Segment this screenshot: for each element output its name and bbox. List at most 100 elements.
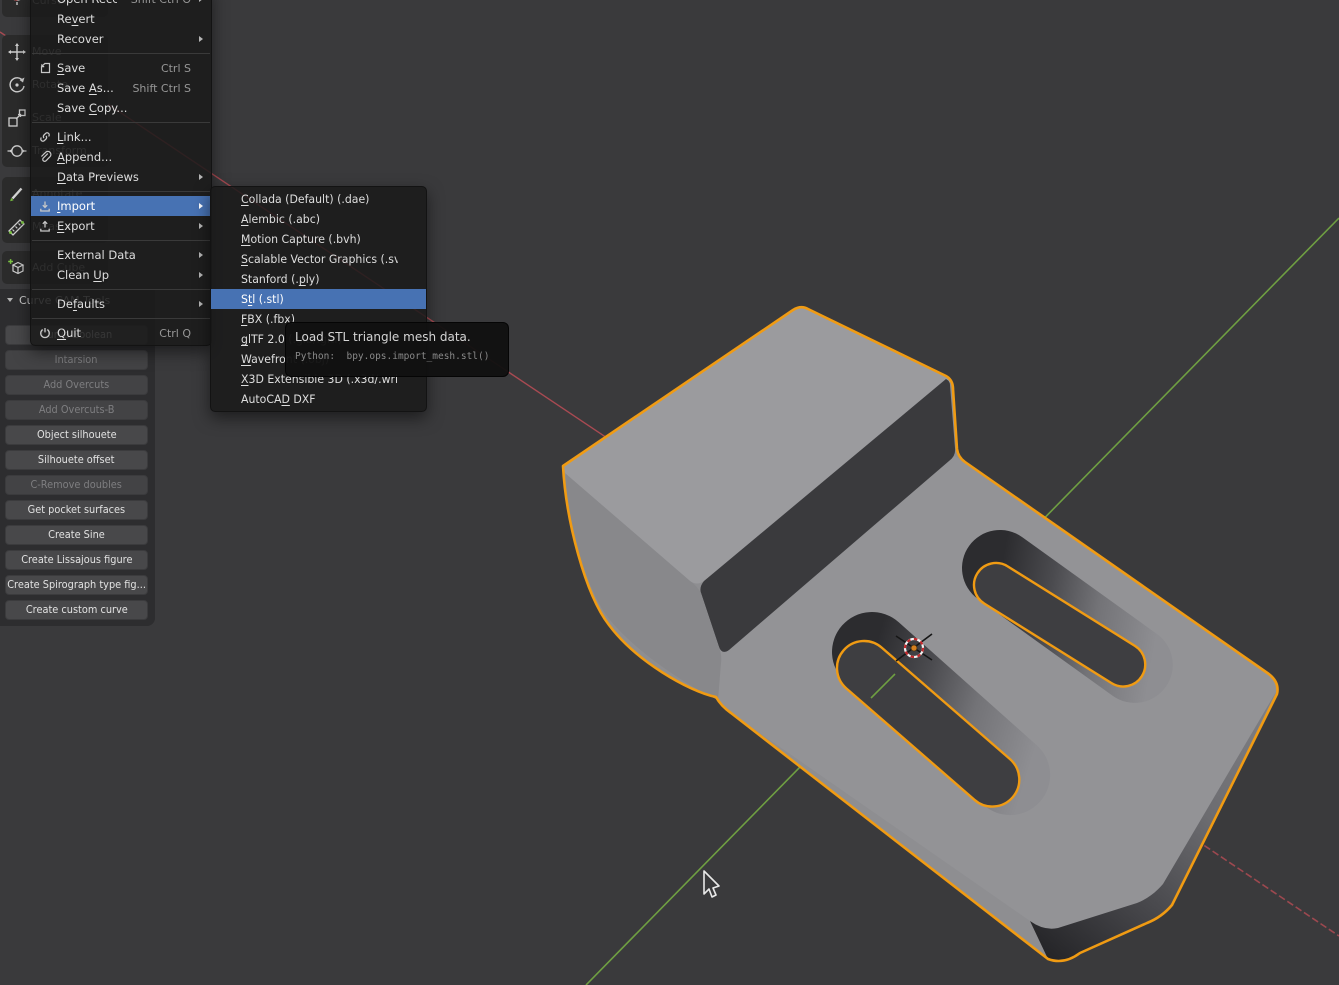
menu-item-shortcut: Ctrl S <box>161 62 191 75</box>
import-item-stl[interactable]: Stl (.stl) <box>211 289 426 309</box>
icon-spacer <box>35 296 55 312</box>
submenu-arrow-icon <box>199 203 203 209</box>
file-menu-item-data-previews[interactable]: Data Previews <box>31 167 211 187</box>
save-icon <box>35 60 55 76</box>
menu-item-label: Save As... <box>57 81 118 95</box>
tooltip-description: Load STL triangle mesh data. <box>295 330 508 344</box>
import-item-collada[interactable]: Collada (Default) (.dae) <box>211 189 426 209</box>
stl-model[interactable] <box>563 307 1278 961</box>
menu-item-label: Stanford (.ply) <box>241 272 398 286</box>
menu-item-label: Save Copy... <box>57 101 191 115</box>
menu-item-label: Clean Up <box>57 268 191 282</box>
button-label: Intarsion <box>55 354 98 366</box>
file-menu-item-link[interactable]: Link... <box>31 127 211 147</box>
tooltip-python: Python: bpy.ops.import_mesh.stl() <box>295 351 489 362</box>
button-label: Get pocket surfaces <box>28 504 125 516</box>
menu-item-shortcut: Shift Ctrl S <box>132 82 191 95</box>
file-menu-item-open-recent[interactable]: Open RecentShift Ctrl O <box>31 0 211 9</box>
submenu-arrow-icon <box>199 174 203 180</box>
submenu-arrow-icon <box>199 252 203 258</box>
button-label: C-Remove doubles <box>31 479 122 491</box>
button-label: Create Sine <box>48 529 105 541</box>
file-menu-item-save-as[interactable]: Save As... Shift Ctrl S <box>31 78 211 98</box>
transform-icon <box>2 140 32 162</box>
sidebar-button-create-sine[interactable]: Create Sine <box>5 525 148 545</box>
menu-item-label: Import <box>57 199 191 213</box>
menu-separator <box>32 53 210 54</box>
menu-separator <box>32 122 210 123</box>
icon-spacer <box>35 31 55 47</box>
sidebar-button-create-custom-curve[interactable]: Create custom curve <box>5 600 148 620</box>
menu-separator <box>32 191 210 192</box>
icon-spacer <box>35 11 55 27</box>
sidebar-button-get-pocket-surfaces[interactable]: Get pocket surfaces <box>5 500 148 520</box>
button-label: Add Overcuts <box>44 379 110 391</box>
file-menu-item-quit[interactable]: Quit Ctrl Q <box>31 323 211 343</box>
sidebar-button-create-lissajous-figure[interactable]: Create Lissajous figure <box>5 550 148 570</box>
scale-icon <box>2 107 32 129</box>
menu-item-label: External Data <box>57 248 191 262</box>
file-menu-item-save[interactable]: SaveCtrl S <box>31 58 211 78</box>
file-menu-item-recover[interactable]: Recover <box>31 29 211 49</box>
menu-item-label: Open Recent <box>57 0 117 6</box>
file-menu: Open RecentShift Ctrl ORevert Recover Save… <box>30 0 212 346</box>
menu-item-label: Stl (.stl) <box>241 292 398 306</box>
tooltip: Load STL triangle mesh data. Python: bpy… <box>285 322 509 377</box>
import-item-bvh[interactable]: Motion Capture (.bvh) <box>211 229 426 249</box>
sidebar-button-object-silhouete[interactable]: Object silhouete <box>5 425 148 445</box>
menu-item-label: AutoCAD DXF <box>241 392 398 406</box>
menu-item-label: Alembic (.abc) <box>241 212 398 226</box>
sidebar-button-add-overcuts-b: Add Overcuts-B <box>5 400 148 420</box>
file-menu-item-revert[interactable]: Revert <box>31 9 211 29</box>
axis-line-x-red-far <box>1196 840 1339 936</box>
menu-item-label: Recover <box>57 32 191 46</box>
menu-item-label: Collada (Default) (.dae) <box>241 192 398 206</box>
file-menu-item-save-copy[interactable]: Save Copy... <box>31 98 211 118</box>
menu-item-label: Data Previews <box>57 170 191 184</box>
sidebar-button-add-overcuts: Add Overcuts <box>5 375 148 395</box>
annotate-icon <box>2 183 32 205</box>
import-item-dxf[interactable]: AutoCAD DXF <box>211 389 426 409</box>
menu-separator <box>32 318 210 319</box>
submenu-arrow-icon <box>199 272 203 278</box>
submenu-arrow-icon <box>199 36 203 42</box>
menu-item-shortcut: Ctrl Q <box>159 327 191 340</box>
file-menu-item-external-data[interactable]: External Data <box>31 245 211 265</box>
menu-item-label: Scalable Vector Graphics (.svg) <box>241 252 398 266</box>
menu-item-label: Defaults <box>57 297 191 311</box>
file-menu-item-append[interactable]: Append... <box>31 147 211 167</box>
button-label: Add Overcuts-B <box>39 404 115 416</box>
append-icon <box>35 149 55 165</box>
icon-spacer <box>35 169 55 185</box>
file-menu-item-import[interactable]: Import <box>31 196 211 216</box>
link-icon <box>35 129 55 145</box>
sidebar-button-c-remove-doubles: C-Remove doubles <box>5 475 148 495</box>
menu-item-label: Quit <box>57 326 145 340</box>
icon-spacer <box>35 80 55 96</box>
menu-separator <box>32 240 210 241</box>
icon-spacer <box>35 267 55 283</box>
import-submenu: Collada (Default) (.dae) Alembic (.abc) Mo… <box>210 186 427 412</box>
button-label: Object silhouete <box>37 429 117 441</box>
sidebar-button-create-spirograph-type-fig[interactable]: Create Spirograph type fig... <box>5 575 148 595</box>
import-item-ply[interactable]: Stanford (.ply) <box>211 269 426 289</box>
menu-item-label: Append... <box>57 150 191 164</box>
sidebar-button-silhouete-offset[interactable]: Silhouete offset <box>5 450 148 470</box>
export-icon <box>35 218 55 234</box>
import-item-alembic[interactable]: Alembic (.abc) <box>211 209 426 229</box>
move-icon <box>2 41 32 63</box>
file-menu-item-export[interactable]: Export <box>31 216 211 236</box>
submenu-arrow-icon <box>199 0 203 2</box>
button-label: Create custom curve <box>26 604 128 616</box>
cursor-icon <box>2 0 32 12</box>
mouse-pointer <box>698 867 726 901</box>
import-item-svg[interactable]: Scalable Vector Graphics (.svg) <box>211 249 426 269</box>
file-menu-item-clean-up[interactable]: Clean Up <box>31 265 211 285</box>
file-menu-item-defaults[interactable]: Defaults <box>31 294 211 314</box>
button-label: Silhouete offset <box>38 454 115 466</box>
add-cube-icon <box>2 257 32 279</box>
panel-collapse-icon <box>7 298 13 302</box>
measure-icon <box>2 216 32 238</box>
icon-spacer <box>35 100 55 116</box>
menu-item-label: Export <box>57 219 191 233</box>
